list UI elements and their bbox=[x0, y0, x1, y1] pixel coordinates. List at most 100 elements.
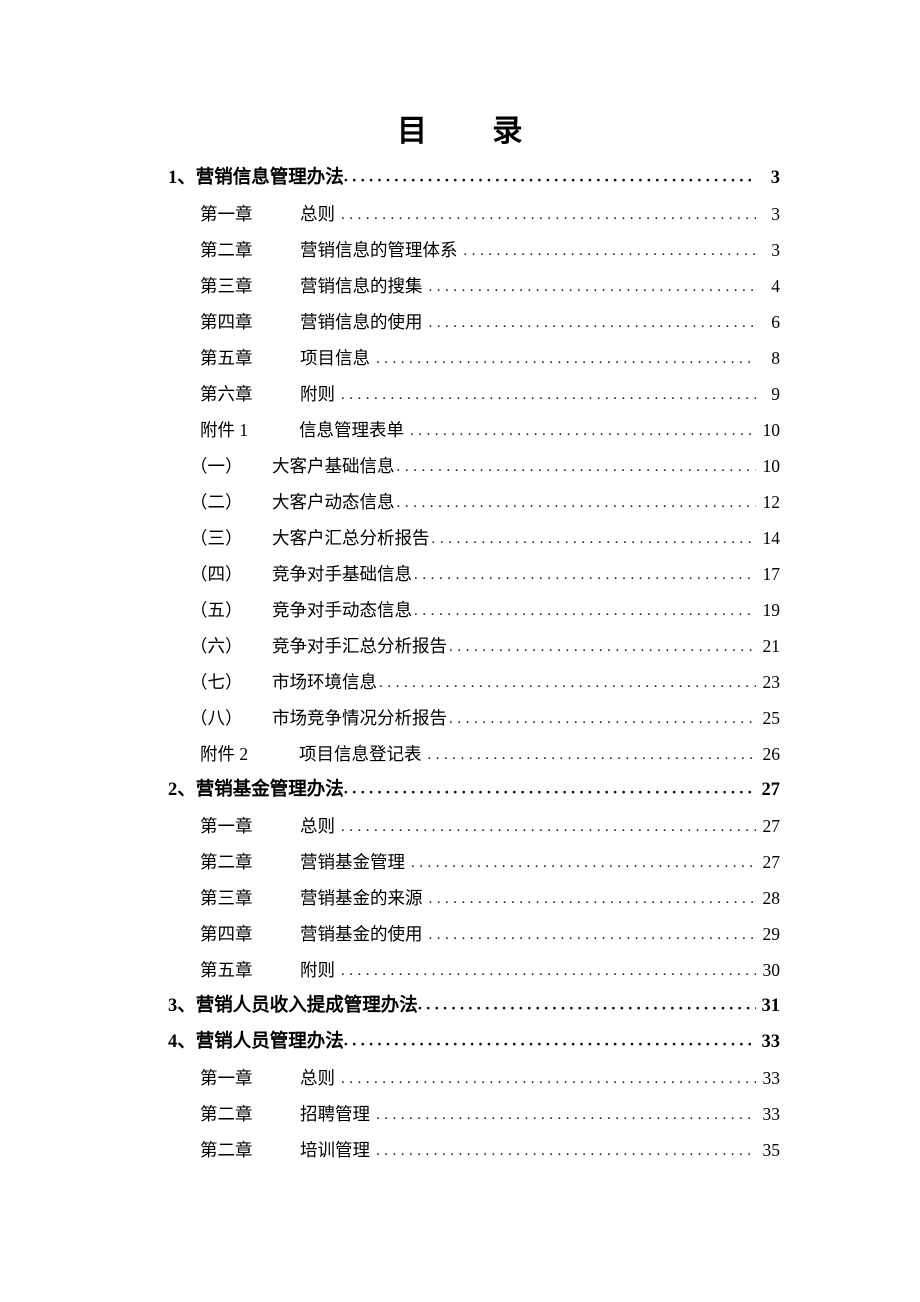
toc-entry-label: 第一章 bbox=[200, 816, 253, 836]
toc-page-number: 19 bbox=[762, 600, 781, 620]
toc-entry-label: （八） bbox=[190, 708, 243, 728]
toc-page-number: 23 bbox=[762, 672, 781, 692]
toc-page-number: 35 bbox=[762, 1140, 781, 1160]
toc-entry-label: 第四章 bbox=[200, 312, 253, 332]
toc-entry-title: 营销基金管理 bbox=[300, 852, 405, 872]
toc-page-number: 27 bbox=[761, 780, 781, 800]
toc-page-number: 10 bbox=[762, 420, 781, 440]
toc-entry-title: 竞争对手动态信息 bbox=[272, 600, 412, 620]
toc-entry-title: 大客户汇总分析报告 bbox=[272, 528, 430, 548]
toc-entry-label: 第四章 bbox=[200, 924, 253, 944]
toc-entry[interactable]: 第一章 总则 33 bbox=[0, 1060, 920, 1096]
toc-entry-title: 营销基金的来源 bbox=[300, 888, 423, 908]
toc-entry-label: 第二章 bbox=[200, 852, 253, 872]
toc-entry-title: 附则 bbox=[300, 960, 335, 980]
toc-entry[interactable]: （七） 市场环境信息 23 bbox=[0, 664, 920, 700]
toc-entry-title: 信息管理表单 bbox=[299, 420, 404, 440]
toc-entry[interactable]: （四） 竞争对手基础信息 17 bbox=[0, 556, 920, 592]
toc-entry-title: 市场竞争情况分析报告 bbox=[272, 708, 447, 728]
toc-dot-leader bbox=[428, 737, 757, 773]
toc-entry[interactable]: 第五章 附则 30 bbox=[0, 952, 920, 988]
toc-dot-leader bbox=[418, 986, 756, 1022]
toc-entry-label: 第一章 bbox=[200, 1068, 253, 1088]
toc-dot-leader bbox=[429, 917, 757, 953]
toc-page-number: 27 bbox=[762, 816, 781, 836]
toc-entry-title: 培训管理 bbox=[300, 1140, 370, 1160]
toc-page-number: 25 bbox=[762, 708, 781, 728]
toc-dot-leader bbox=[429, 305, 757, 341]
toc-entry[interactable]: 附件 2 项目信息登记表 26 bbox=[0, 736, 920, 772]
toc-dot-leader bbox=[397, 485, 757, 521]
toc-entry-title: 项目信息登记表 bbox=[299, 744, 422, 764]
toc-entry-title: 营销信息的搜集 bbox=[300, 276, 423, 296]
toc-page-number: 31 bbox=[761, 996, 781, 1016]
toc-page-number: 8 bbox=[771, 348, 780, 368]
toc-entry-label: （五） bbox=[190, 600, 243, 620]
toc-entry[interactable]: 第四章 营销信息的使用 6 bbox=[0, 304, 920, 340]
toc-entry-title: 大客户动态信息 bbox=[272, 492, 395, 512]
toc-entry-label: 3、营销人员收入提成管理办法 bbox=[168, 996, 418, 1016]
toc-entry-title: 竞争对手基础信息 bbox=[272, 564, 412, 584]
toc-page-number: 30 bbox=[762, 960, 781, 980]
toc-dot-leader bbox=[341, 1061, 756, 1097]
toc-page-number: 3 bbox=[771, 204, 780, 224]
toc-entry[interactable]: 第二章 营销信息的管理体系 3 bbox=[0, 232, 920, 268]
toc-dot-leader bbox=[376, 1133, 756, 1169]
toc-entry[interactable]: 第二章 营销基金管理 27 bbox=[0, 844, 920, 880]
toc-page-number: 3 bbox=[771, 240, 780, 260]
toc-entry[interactable]: 2、营销基金管理办法 27 bbox=[0, 772, 920, 808]
toc-entry-label: 第一章 bbox=[200, 204, 253, 224]
toc-entry-title: 营销基金的使用 bbox=[300, 924, 423, 944]
toc-entry[interactable]: 第一章 总则 27 bbox=[0, 808, 920, 844]
toc-dot-leader bbox=[429, 881, 757, 917]
toc-dot-leader bbox=[341, 953, 756, 989]
toc-page-number: 4 bbox=[771, 276, 780, 296]
toc-entry-title: 市场环境信息 bbox=[272, 672, 377, 692]
toc-dot-leader bbox=[379, 665, 756, 701]
toc-entry[interactable]: 第二章 培训管理 35 bbox=[0, 1132, 920, 1168]
toc-entry-title: 总则 bbox=[300, 816, 335, 836]
toc-entry[interactable]: 第五章 项目信息 8 bbox=[0, 340, 920, 376]
toc-entry[interactable]: （六） 竞争对手汇总分析报告 21 bbox=[0, 628, 920, 664]
toc-dot-leader bbox=[397, 449, 757, 485]
table-of-contents: 1、营销信息管理办法3第一章总则3第二章营销信息的管理体系3第三章营销信息的搜集… bbox=[0, 160, 920, 1168]
toc-dot-leader bbox=[344, 1022, 756, 1058]
toc-dot-leader bbox=[414, 557, 756, 593]
toc-dot-leader bbox=[449, 629, 756, 665]
toc-entry[interactable]: 第二章 招聘管理 33 bbox=[0, 1096, 920, 1132]
toc-entry-title: 营销信息的管理体系 bbox=[300, 240, 458, 260]
toc-entry[interactable]: （二） 大客户动态信息 12 bbox=[0, 484, 920, 520]
toc-entry-label: 第二章 bbox=[200, 1104, 253, 1124]
toc-entry-label: （六） bbox=[190, 636, 243, 656]
toc-page-number: 12 bbox=[762, 492, 781, 512]
toc-entry[interactable]: 第三章 营销信息的搜集 4 bbox=[0, 268, 920, 304]
toc-entry[interactable]: 4、营销人员管理办法 33 bbox=[0, 1024, 920, 1060]
toc-page-number: 9 bbox=[771, 384, 780, 404]
toc-entry[interactable]: 3、营销人员收入提成管理办法 31 bbox=[0, 988, 920, 1024]
toc-entry[interactable]: 附件 1 信息管理表单 10 bbox=[0, 412, 920, 448]
toc-entry[interactable]: （八） 市场竞争情况分析报告 25 bbox=[0, 700, 920, 736]
toc-page-number: 17 bbox=[762, 564, 781, 584]
toc-entry-title: 营销信息的使用 bbox=[300, 312, 423, 332]
toc-entry[interactable]: （五） 竞争对手动态信息 19 bbox=[0, 592, 920, 628]
toc-dot-leader bbox=[414, 593, 756, 629]
document-page: 目 录 1、营销信息管理办法3第一章总则3第二章营销信息的管理体系3第三章营销信… bbox=[0, 0, 920, 1302]
toc-entry-label: 第三章 bbox=[200, 276, 253, 296]
toc-entry-label: （四） bbox=[190, 564, 243, 584]
toc-dot-leader bbox=[449, 701, 756, 737]
toc-entry[interactable]: 第四章 营销基金的使用 29 bbox=[0, 916, 920, 952]
toc-entry[interactable]: 1、营销信息管理办法 3 bbox=[0, 160, 920, 196]
toc-entry-label: （七） bbox=[190, 672, 243, 692]
toc-entry[interactable]: （一） 大客户基础信息 10 bbox=[0, 448, 920, 484]
toc-entry-label: 第三章 bbox=[200, 888, 253, 908]
toc-entry[interactable]: 第六章 附则 9 bbox=[0, 376, 920, 412]
toc-entry[interactable]: （三） 大客户汇总分析报告 14 bbox=[0, 520, 920, 556]
toc-entry-label: 4、营销人员管理办法 bbox=[168, 1032, 344, 1052]
toc-page-number: 14 bbox=[762, 528, 781, 548]
toc-entry-label: 第六章 bbox=[200, 384, 253, 404]
toc-dot-leader bbox=[464, 233, 757, 269]
toc-entry[interactable]: 第三章 营销基金的来源 28 bbox=[0, 880, 920, 916]
toc-page-number: 27 bbox=[762, 852, 781, 872]
toc-entry-title: 竞争对手汇总分析报告 bbox=[272, 636, 447, 656]
toc-entry[interactable]: 第一章 总则 3 bbox=[0, 196, 920, 232]
